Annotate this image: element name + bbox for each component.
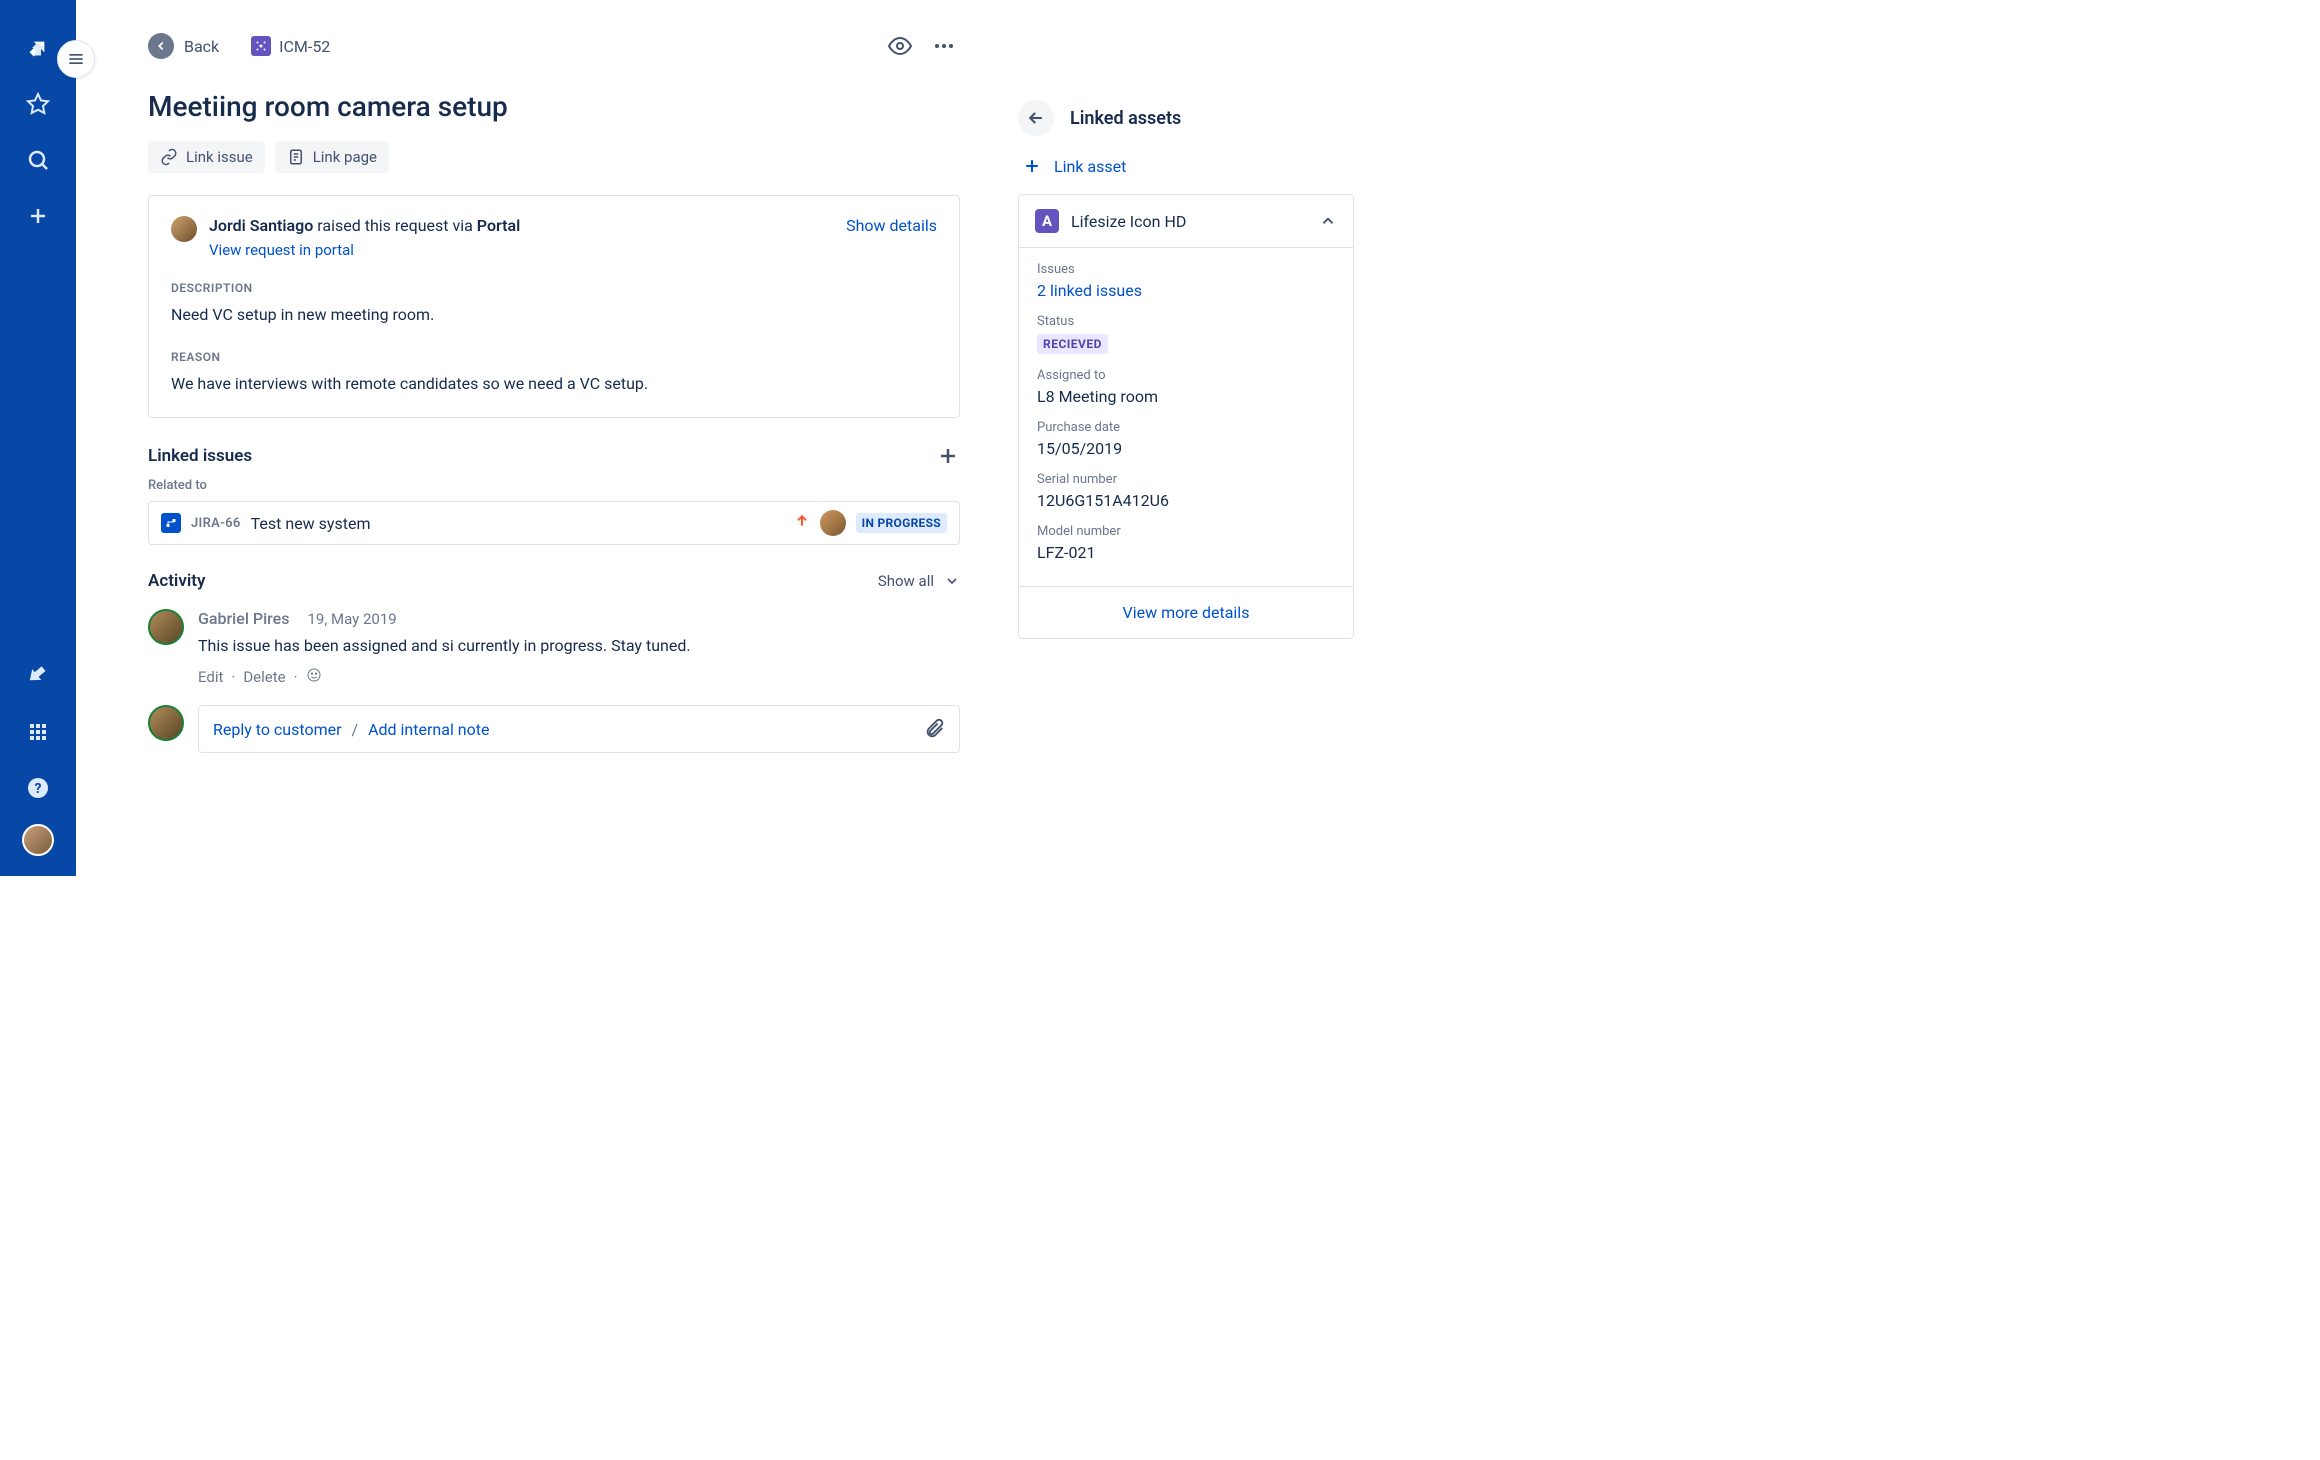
asset-assigned-value: L8 Meeting room — [1037, 387, 1335, 406]
reply-box: Reply to customer / Add internal note — [148, 705, 960, 753]
sidebar-toggle-button[interactable] — [57, 40, 95, 78]
issue-key-text: ICM-52 — [279, 37, 330, 56]
link-issue-button[interactable]: Link issue — [148, 141, 265, 173]
linked-issues-heading: Linked issues — [148, 446, 252, 466]
view-more-details-link[interactable]: View more details — [1019, 586, 1353, 638]
show-details-link[interactable]: Show details — [846, 216, 937, 235]
reason-label: REASON — [171, 350, 937, 364]
asset-purchase-value: 15/05/2019 — [1037, 439, 1335, 458]
watch-button[interactable] — [884, 30, 916, 62]
svg-text:?: ? — [35, 781, 42, 797]
linked-assets-back-button[interactable] — [1018, 100, 1054, 136]
requester-text: Jordi Santiago raised this request via P… — [209, 216, 520, 235]
comment-author[interactable]: Gabriel Pires — [198, 609, 289, 628]
comment-avatar[interactable] — [148, 609, 184, 645]
linked-issue-assignee-avatar[interactable] — [820, 510, 846, 536]
asset-serial-value: 12U6G151A412U6 — [1037, 491, 1335, 510]
linked-issue-type-icon — [161, 513, 181, 533]
chevron-up-icon — [1319, 212, 1337, 230]
linked-assets-title: Linked assets — [1070, 108, 1181, 129]
comment-body-text: This issue has been assigned and si curr… — [198, 636, 960, 655]
comment-react-button[interactable] — [306, 667, 322, 687]
linked-issue-status: IN PROGRESS — [856, 513, 947, 533]
asset-model-value: LFZ-021 — [1037, 543, 1335, 562]
create-icon[interactable] — [18, 196, 58, 236]
link-icon — [160, 148, 178, 166]
back-button[interactable]: Back — [148, 33, 219, 59]
current-user-avatar[interactable] — [148, 705, 184, 741]
star-icon[interactable] — [18, 84, 58, 124]
asset-issues-label: Issues — [1037, 262, 1335, 277]
view-in-portal-link[interactable]: View request in portal — [209, 241, 520, 259]
asset-card-header[interactable]: A Lifesize Icon HD — [1019, 195, 1353, 248]
request-details-card: Jordi Santiago raised this request via P… — [148, 195, 960, 418]
description-text[interactable]: Need VC setup in new meeting room. — [171, 305, 937, 324]
asset-assigned-label: Assigned to — [1037, 368, 1335, 383]
asset-logo-icon: A — [1035, 209, 1059, 233]
comment-edit-button[interactable]: Edit — [198, 668, 223, 686]
chevron-down-icon — [944, 573, 960, 589]
breadcrumb: Back ICM-52 — [148, 30, 960, 62]
linked-issue-key: JIRA-66 — [191, 516, 241, 531]
asset-name: Lifesize Icon HD — [1071, 212, 1307, 231]
search-icon[interactable] — [18, 140, 58, 180]
profile-avatar[interactable] — [22, 824, 54, 856]
priority-high-icon — [794, 513, 810, 533]
back-label: Back — [184, 37, 219, 56]
asset-issues-link[interactable]: 2 linked issues — [1037, 281, 1335, 300]
description-label: DESCRIPTION — [171, 281, 937, 295]
issue-type-icon — [251, 36, 271, 56]
activity-heading: Activity — [148, 571, 205, 591]
reporter-avatar[interactable] — [171, 216, 197, 242]
add-internal-note-button[interactable]: Add internal note — [368, 720, 489, 739]
activity-filter-dropdown[interactable]: Show all — [878, 572, 960, 590]
plus-icon — [1022, 156, 1042, 176]
linked-issue-row[interactable]: JIRA-66 Test new system IN PROGRESS — [148, 501, 960, 545]
app-logo[interactable] — [18, 28, 58, 68]
reply-input[interactable]: Reply to customer / Add internal note — [198, 705, 960, 753]
global-nav-rail: ? — [0, 0, 76, 876]
notifications-icon[interactable] — [18, 656, 58, 696]
link-asset-button[interactable]: Link asset — [1022, 156, 1354, 176]
issue-title[interactable]: Meetiing room camera setup — [148, 90, 960, 123]
asset-status-label: Status — [1037, 314, 1335, 329]
issue-key-crumb[interactable]: ICM-52 — [251, 36, 330, 56]
reason-text[interactable]: We have interviews with remote candidate… — [171, 374, 937, 393]
comment-delete-button[interactable]: Delete — [243, 668, 285, 686]
reply-to-customer-button[interactable]: Reply to customer — [213, 720, 342, 739]
help-icon[interactable]: ? — [18, 768, 58, 808]
app-switcher-icon[interactable] — [18, 712, 58, 752]
page-icon — [287, 148, 305, 166]
asset-model-label: Model number — [1037, 524, 1335, 539]
attachment-icon[interactable] — [923, 718, 945, 740]
asset-status-badge: RECIEVED — [1037, 334, 1108, 354]
comment-item: Gabriel Pires 19, May 2019 This issue ha… — [148, 609, 960, 687]
more-actions-button[interactable] — [928, 30, 960, 62]
arrow-left-icon — [148, 33, 174, 59]
asset-purchase-label: Purchase date — [1037, 420, 1335, 435]
asset-card: A Lifesize Icon HD Issues 2 linked issue… — [1018, 194, 1354, 639]
comment-date: 19, May 2019 — [307, 610, 396, 628]
link-page-button[interactable]: Link page — [275, 141, 389, 173]
relation-label: Related to — [148, 478, 960, 493]
asset-serial-label: Serial number — [1037, 472, 1335, 487]
linked-issue-summary: Test new system — [251, 514, 371, 533]
add-linked-issue-button[interactable] — [936, 444, 960, 468]
